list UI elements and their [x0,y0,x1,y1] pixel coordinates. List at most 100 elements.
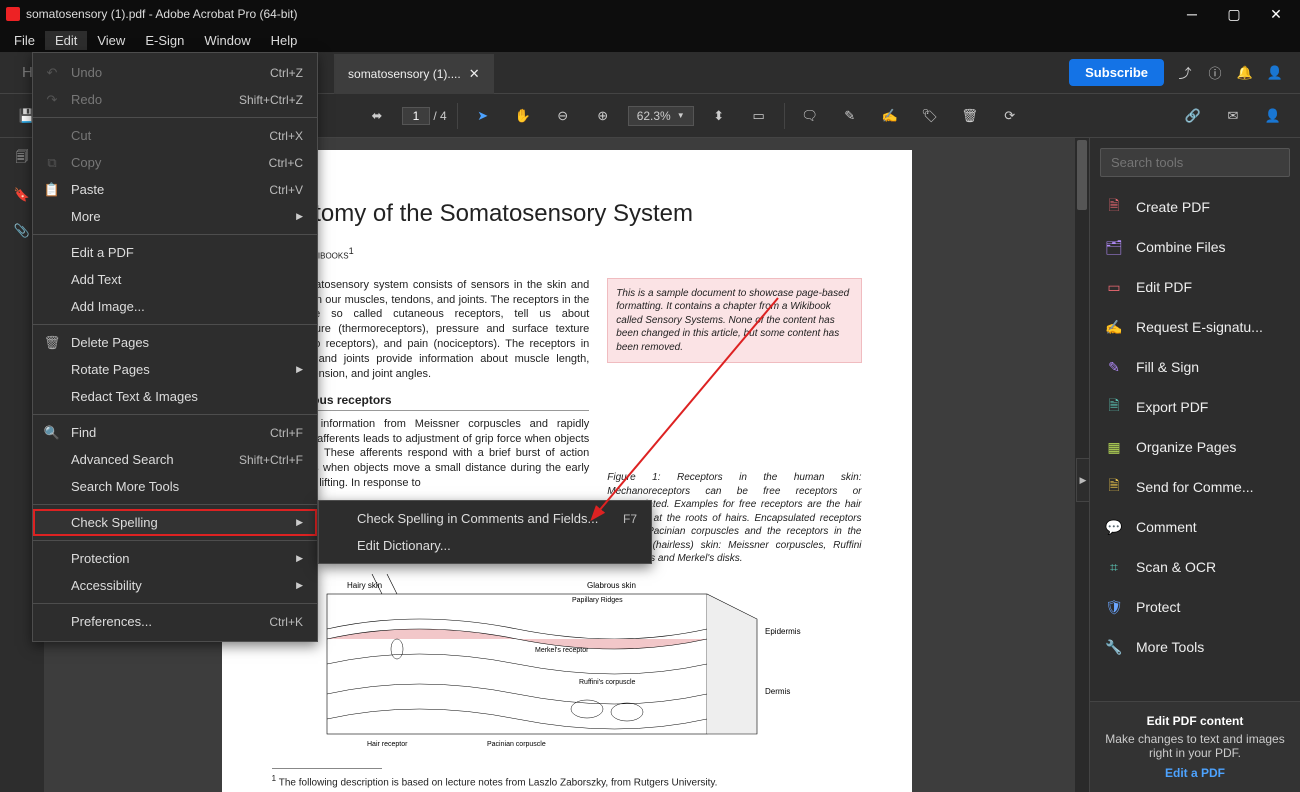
edit-menu-copy: ⧉CopyCtrl+C [33,149,317,176]
svg-text:Merkel's receptor: Merkel's receptor [535,647,589,654]
svg-text:Papillary Ridges: Papillary Ridges [572,597,623,604]
zoom-dropdown[interactable]: 62.3%▼ [628,106,694,126]
edit-menu-redo: ↷RedoShift+Ctrl+Z [33,86,317,113]
tool-request-e-signatu-[interactable]: ✍Request E-signatu... [1090,307,1300,347]
promo-link[interactable]: Edit a PDF [1102,766,1288,780]
hand-tool-icon[interactable]: ✋ [512,105,534,127]
page-input[interactable] [402,107,430,125]
tool-edit-pdf[interactable]: ▭Edit PDF [1090,267,1300,307]
edit-menu-more[interactable]: More▶ [33,203,317,230]
doc-sidebox: This is a sample document to showcase pa… [607,278,861,364]
select-tool-icon[interactable]: ➤ [472,105,494,127]
edit-menu-accessibility[interactable]: Accessibility▶ [33,572,317,599]
tool-organize-pages[interactable]: ▦Organize Pages [1090,427,1300,467]
edit-menu-advanced-search[interactable]: Advanced SearchShift+Ctrl+F [33,446,317,473]
edit-menu-edit-a-pdf[interactable]: Edit a PDF [33,239,317,266]
titlebar: somatosensory (1).pdf - Adobe Acrobat Pr… [0,0,1300,28]
doc-subhead: Cutaneous receptors [272,392,590,411]
edit-menu-redact-text-images[interactable]: Redact Text & Images [33,383,317,410]
link-icon[interactable]: 🔗 [1182,105,1204,127]
page-nav-icon[interactable]: ⬌ [366,105,388,127]
edit-menu-check-spelling[interactable]: Check Spelling▶ [33,509,317,536]
doc-title: Anatomy of the Somatosensory System [272,200,862,228]
svg-text:Epidermis: Epidermis [765,627,801,636]
highlight-icon[interactable]: ✎ [839,105,861,127]
edit-menu-add-image-[interactable]: Add Image... [33,293,317,320]
pdf-page: Anatomy of the Somatosensory System From… [222,150,912,792]
submenu-edit-dictionary-[interactable]: Edit Dictionary... [319,532,651,559]
tool-comment[interactable]: 💬Comment [1090,507,1300,547]
account-icon[interactable]: 👤 [1264,62,1286,84]
tool-combine-files[interactable]: 🗂Combine Files [1090,227,1300,267]
edit-menu-rotate-pages[interactable]: Rotate Pages▶ [33,356,317,383]
edit-menu-delete-pages[interactable]: 🗑Delete Pages [33,329,317,356]
svg-text:Glabrous skin: Glabrous skin [587,581,636,590]
scrollbar-thumb[interactable] [1077,140,1087,210]
help-icon[interactable]: ⓘ [1204,62,1226,84]
edit-menu-find[interactable]: 🔍FindCtrl+F [33,419,317,446]
doc-para2: Sensory information from Meissner corpus… [272,417,590,491]
fit-width-icon[interactable]: ⬍ [708,105,730,127]
share-icon[interactable]: ⤴ [1174,62,1196,84]
menu-edit[interactable]: Edit [45,31,87,50]
menu-view[interactable]: View [87,31,135,50]
doc-para1: Our somatosensory system consists of sen… [272,278,590,382]
promo-title: Edit PDF content [1102,714,1288,728]
edit-menu-dropdown: ↶UndoCtrl+Z↷RedoShift+Ctrl+ZCutCtrl+X⧉Co… [32,52,318,642]
page-total: / 4 [433,109,446,123]
fit-page-icon[interactable]: ▭ [748,105,770,127]
svg-text:Dermis: Dermis [765,687,790,696]
tools-search [1090,138,1300,187]
menu-esign[interactable]: E-Sign [135,31,194,50]
collapse-panel-icon[interactable]: ▶ [1076,458,1090,502]
svg-text:Ruffini's corpuscle: Ruffini's corpuscle [579,679,636,686]
email-icon[interactable]: ✉ [1222,105,1244,127]
promo-card: Edit PDF content Make changes to text an… [1090,701,1300,792]
tool-create-pdf[interactable]: 🗎Create PDF [1090,187,1300,227]
menu-help[interactable]: Help [261,31,308,50]
tool-protect[interactable]: 🛡Protect [1090,587,1300,627]
subscribe-button[interactable]: Subscribe [1069,59,1164,86]
edit-menu-protection[interactable]: Protection▶ [33,545,317,572]
notifications-icon[interactable]: 🔔 [1234,62,1256,84]
close-tab-icon[interactable]: ✕ [469,66,480,82]
menu-file[interactable]: File [4,31,45,50]
menubar: File Edit View E-Sign Window Help [0,28,1300,52]
maximize-button[interactable]: ▢ [1216,0,1252,28]
tool-fill-sign[interactable]: ✎Fill & Sign [1090,347,1300,387]
zoom-in-icon[interactable]: ⊕ [592,105,614,127]
tool-export-pdf[interactable]: 🗎Export PDF [1090,387,1300,427]
edit-menu-search-more-tools[interactable]: Search More Tools [33,473,317,500]
document-tab[interactable]: somatosensory (1).... ✕ [334,52,494,94]
delete-icon[interactable]: 🗑 [959,105,981,127]
tool-more-tools[interactable]: 🔧More Tools [1090,627,1300,667]
window-title: somatosensory (1).pdf - Adobe Acrobat Pr… [26,7,1168,21]
bookmarks-icon[interactable]: 🔖 [11,184,33,206]
skin-diagram: Hairy skin Glabrous skin Papillary Ridge… [272,574,862,754]
zoom-out-icon[interactable]: ⊖ [552,105,574,127]
comment-icon[interactable]: 🗨 [799,105,821,127]
tools-panel: ▶ 🗎Create PDF🗂Combine Files▭Edit PDF✍Req… [1090,138,1300,792]
rotate-icon[interactable]: ⟳ [999,105,1021,127]
thumbnails-icon[interactable]: 🗐 [11,148,33,170]
close-button[interactable]: ✕ [1258,0,1294,28]
submenu-check-spelling-in-comments-and-fields-[interactable]: Check Spelling in Comments and Fields...… [319,505,651,532]
tool-scan-ocr[interactable]: ⌗Scan & OCR [1090,547,1300,587]
edit-menu-paste[interactable]: 📋PasteCtrl+V [33,176,317,203]
share-people-icon[interactable]: 👤 [1262,105,1284,127]
minimize-button[interactable]: ─ [1174,0,1210,28]
edit-menu-preferences-[interactable]: Preferences...Ctrl+K [33,608,317,635]
stamp-icon[interactable]: 🏷 [919,105,941,127]
attachments-icon[interactable]: 📎 [11,220,33,242]
menu-window[interactable]: Window [194,31,260,50]
doc-footnote: 1 The following description is based on … [272,768,862,788]
tools-search-input[interactable] [1100,148,1290,177]
doc-source: From Wikibooks1 [272,246,862,262]
edit-menu-undo: ↶UndoCtrl+Z [33,59,317,86]
acrobat-app-icon [6,7,20,21]
sign-icon[interactable]: ✍ [879,105,901,127]
svg-text:Pacinian corpuscle: Pacinian corpuscle [487,741,546,748]
zoom-value: 62.3% [637,109,671,123]
tool-send-for-comme-[interactable]: 🗎Send for Comme... [1090,467,1300,507]
edit-menu-add-text[interactable]: Add Text [33,266,317,293]
